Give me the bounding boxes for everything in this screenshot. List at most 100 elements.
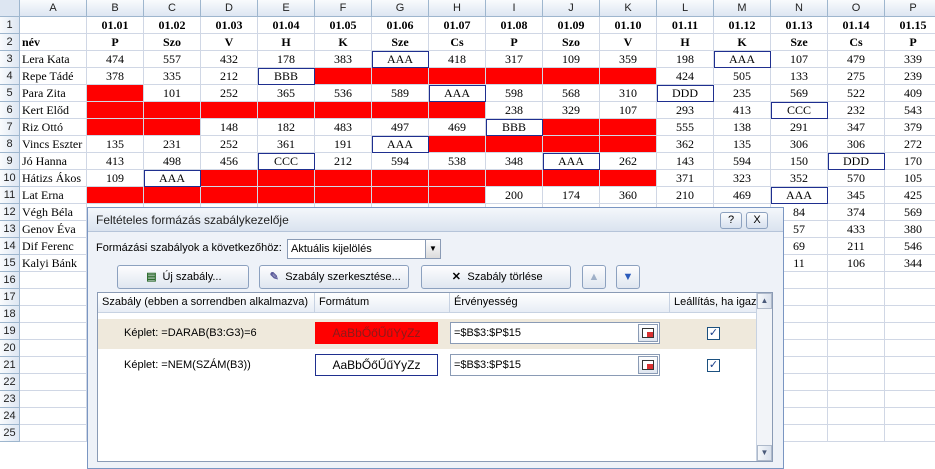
help-button[interactable]: ? bbox=[720, 212, 742, 229]
data-cell[interactable]: AAA bbox=[144, 170, 201, 187]
data-cell[interactable]: 101 bbox=[144, 85, 201, 102]
range-picker-icon[interactable] bbox=[638, 324, 658, 342]
data-cell[interactable]: 215 bbox=[144, 119, 201, 136]
data-cell[interactable]: 133 bbox=[771, 68, 828, 85]
data-cell[interactable]: 198 bbox=[657, 51, 714, 68]
move-up-button[interactable]: ▲ bbox=[582, 265, 606, 289]
data-cell[interactable]: 425 bbox=[885, 187, 935, 204]
data-cell[interactable]: 594 bbox=[372, 153, 429, 170]
column-header[interactable]: O bbox=[828, 0, 885, 17]
data-cell[interactable]: 293 bbox=[657, 102, 714, 119]
name-cell[interactable]: Lat Erna bbox=[20, 187, 87, 204]
data-cell[interactable]: 107 bbox=[600, 102, 657, 119]
data-cell[interactable]: 362 bbox=[657, 136, 714, 153]
data-cell[interactable]: 557 bbox=[144, 51, 201, 68]
data-cell[interactable]: 427 bbox=[543, 68, 600, 85]
data-cell[interactable]: 365 bbox=[258, 85, 315, 102]
row-header[interactable]: 17 bbox=[0, 289, 20, 306]
applies-to-field[interactable]: =$B$3:$P$15 bbox=[450, 354, 660, 376]
data-cell[interactable]: 348 bbox=[486, 153, 543, 170]
name-cell[interactable]: Genov Éva bbox=[20, 221, 87, 238]
data-cell[interactable]: 577 bbox=[429, 68, 486, 85]
data-cell[interactable]: 587 bbox=[600, 119, 657, 136]
name-cell[interactable]: Végh Béla bbox=[20, 204, 87, 221]
cell[interactable] bbox=[20, 425, 87, 442]
data-cell[interactable]: 536 bbox=[315, 85, 372, 102]
row-header[interactable]: 6 bbox=[0, 102, 20, 119]
data-cell[interactable]: 106 bbox=[828, 255, 885, 272]
row-header[interactable]: 8 bbox=[0, 136, 20, 153]
column-header[interactable]: M bbox=[714, 0, 771, 17]
row-header[interactable]: 16 bbox=[0, 272, 20, 289]
stop-if-true-checkbox[interactable]: ✓ bbox=[707, 359, 720, 372]
day-header-cell[interactable]: K bbox=[315, 34, 372, 51]
data-cell[interactable]: 383 bbox=[315, 51, 372, 68]
name-header-cell[interactable]: név bbox=[20, 34, 87, 51]
column-header[interactable]: I bbox=[486, 0, 543, 17]
data-cell[interactable]: 491 bbox=[429, 136, 486, 153]
data-cell[interactable]: 279 bbox=[543, 170, 600, 187]
data-cell[interactable]: 543 bbox=[885, 102, 935, 119]
data-cell[interactable]: 210 bbox=[657, 187, 714, 204]
cell[interactable] bbox=[885, 306, 935, 323]
cell[interactable] bbox=[828, 272, 885, 289]
cell[interactable] bbox=[20, 17, 87, 34]
data-cell[interactable]: 116 bbox=[87, 102, 144, 119]
data-cell[interactable]: 413 bbox=[714, 102, 771, 119]
data-cell[interactable]: 374 bbox=[828, 204, 885, 221]
day-header-cell[interactable]: V bbox=[201, 34, 258, 51]
name-cell[interactable]: Kalyi Bánk bbox=[20, 255, 87, 272]
data-cell[interactable]: 232 bbox=[828, 102, 885, 119]
data-cell[interactable]: 379 bbox=[885, 119, 935, 136]
data-cell[interactable]: 410 bbox=[144, 102, 201, 119]
data-cell[interactable]: 170 bbox=[885, 153, 935, 170]
column-header[interactable]: L bbox=[657, 0, 714, 17]
data-cell[interactable]: 135 bbox=[714, 136, 771, 153]
cell[interactable] bbox=[20, 289, 87, 306]
name-cell[interactable]: Jó Hanna bbox=[20, 153, 87, 170]
row-header[interactable]: 22 bbox=[0, 374, 20, 391]
date-header-cell[interactable]: 01.12 bbox=[714, 17, 771, 34]
data-cell[interactable]: 483 bbox=[315, 119, 372, 136]
day-header-cell[interactable]: Szo bbox=[144, 34, 201, 51]
name-cell[interactable]: Vincs Eszter bbox=[20, 136, 87, 153]
date-header-cell[interactable]: 01.09 bbox=[543, 17, 600, 34]
data-cell[interactable]: 138 bbox=[714, 119, 771, 136]
data-cell[interactable]: 198 bbox=[87, 187, 144, 204]
date-header-cell[interactable]: 01.01 bbox=[87, 17, 144, 34]
data-cell[interactable]: 479 bbox=[828, 51, 885, 68]
date-header-cell[interactable]: 01.03 bbox=[201, 17, 258, 34]
name-cell[interactable]: Para Zita bbox=[20, 85, 87, 102]
data-cell[interactable]: 136 bbox=[315, 102, 372, 119]
row-header[interactable]: 15 bbox=[0, 255, 20, 272]
data-cell[interactable]: 418 bbox=[429, 51, 486, 68]
data-cell[interactable]: 252 bbox=[201, 136, 258, 153]
scroll-down-icon[interactable]: ▼ bbox=[757, 445, 772, 461]
stop-if-true-checkbox[interactable]: ✓ bbox=[707, 327, 720, 340]
data-cell[interactable]: 238 bbox=[486, 102, 543, 119]
cell[interactable] bbox=[828, 323, 885, 340]
cell[interactable] bbox=[20, 408, 87, 425]
data-cell[interactable]: 396 bbox=[315, 68, 372, 85]
cell[interactable] bbox=[885, 323, 935, 340]
column-header[interactable]: A bbox=[20, 0, 87, 17]
data-cell[interactable]: 200 bbox=[486, 187, 543, 204]
name-cell[interactable]: Hátizs Ákos bbox=[20, 170, 87, 187]
cell[interactable] bbox=[885, 272, 935, 289]
data-cell[interactable]: AAA bbox=[429, 85, 486, 102]
cell[interactable] bbox=[885, 391, 935, 408]
data-cell[interactable]: 371 bbox=[657, 170, 714, 187]
cell[interactable] bbox=[828, 374, 885, 391]
data-cell[interactable]: 432 bbox=[201, 51, 258, 68]
cell[interactable] bbox=[828, 391, 885, 408]
row-header[interactable]: 7 bbox=[0, 119, 20, 136]
column-header[interactable]: N bbox=[771, 0, 828, 17]
day-header-cell[interactable]: Sze bbox=[771, 34, 828, 51]
data-cell[interactable]: 262 bbox=[600, 153, 657, 170]
data-cell[interactable]: 367 bbox=[543, 136, 600, 153]
data-cell[interactable]: 456 bbox=[201, 153, 258, 170]
data-cell[interactable]: 424 bbox=[657, 68, 714, 85]
name-cell[interactable]: Repe Tádé bbox=[20, 68, 87, 85]
data-cell[interactable]: 431 bbox=[144, 187, 201, 204]
rule-row[interactable]: Képlet: =NEM(SZÁM(B3)) AaBbŐőŰűYyZz =$B$… bbox=[98, 351, 768, 381]
